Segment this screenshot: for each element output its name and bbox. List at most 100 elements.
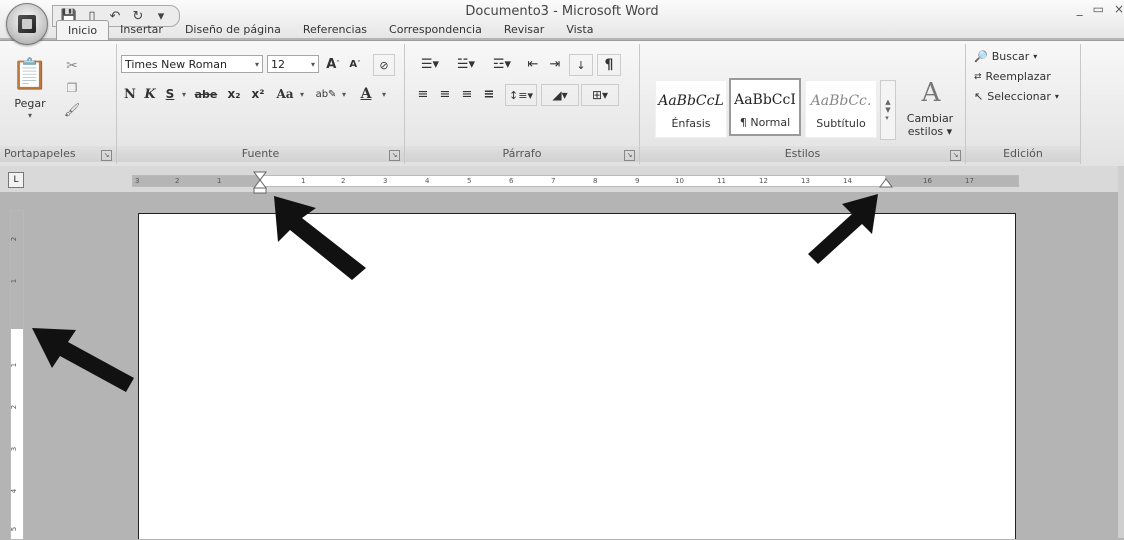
bold-button[interactable]: N [121,84,139,104]
replace-button[interactable]: ⇄ Reemplazar [974,70,1051,83]
chevron-down-icon: ▾ [254,60,259,69]
vertical-scrollbar[interactable] [1118,166,1124,538]
window-controls: _ ▭ × [1077,2,1124,16]
office-button[interactable] [6,3,48,45]
shading-icon[interactable]: ◢▾ [541,84,579,106]
font-group: Times New Roman ▾ 12 ▾ Aˆ Aˇ ⊘ N K S ▾ abe… [117,44,405,164]
ruler-number: 3 [383,177,388,185]
tab-inicio[interactable]: Inicio [56,20,110,40]
ruler-left-margin [133,176,261,186]
tab-correspondencia[interactable]: Correspondencia [378,20,493,40]
paragraph-label: Párrafo [405,146,639,162]
align-right-icon[interactable]: ≡ [457,84,477,104]
style-subtitulo[interactable]: AaBbCc. Subtítulo [805,80,877,138]
highlight-dropdown-icon[interactable]: ▾ [339,84,349,104]
change-case-dropdown-icon[interactable]: ▾ [297,84,307,104]
ruler-number: 11 [717,177,726,185]
editing-label: Edición [966,146,1080,162]
ruler-number: 4 [425,177,430,185]
clipboard-group: 📋 Pegar ▾ ✂ ❐ 🖌 Portapapeles ↘ [0,44,117,164]
highlight-icon[interactable]: ab✎ [313,84,339,104]
ruler-number: 8 [593,177,598,185]
vertical-ruler[interactable]: 2 1 1 2 3 4 5 [10,210,24,540]
find-button[interactable]: 🔎 Buscar ▾ [974,50,1037,63]
format-painter-icon[interactable]: 🖌 [62,100,82,120]
ruler-number: 13 [801,177,810,185]
font-color-dropdown-icon[interactable]: ▾ [379,84,389,104]
tab-selector[interactable]: L [8,172,24,188]
grow-font-button[interactable]: Aˆ [323,54,343,74]
ruler-number: 1 [10,278,19,284]
ruler-number: 2 [10,404,19,410]
multilevel-list-icon[interactable]: ☲▾ [485,54,519,74]
ruler-number: 4 [10,488,19,494]
style-name: ¶ Normal [739,116,791,129]
increase-indent-icon[interactable]: ⇥ [545,54,565,74]
change-styles-button-line2[interactable]: estilos ▾ [900,125,960,138]
strikethrough-button[interactable]: abe [193,84,219,104]
borders-icon[interactable]: ⊞▾ [581,84,619,106]
ruler-number: 2 [10,236,19,242]
ruler-right-margin [885,176,1018,186]
style-sample: AaBbCcI [734,92,796,108]
tab-revisar[interactable]: Revisar [493,20,555,40]
right-indent-marker[interactable] [879,176,893,188]
editing-group: 🔎 Buscar ▾ ⇄ Reemplazar ↖ Seleccionar ▾ Edici… [966,44,1081,164]
binoculars-icon: 🔎 [974,50,988,63]
tab-diseno-pagina[interactable]: Diseño de página [174,20,292,40]
ruler-number: 3 [135,177,140,185]
style-enfasis[interactable]: AaBbCcL Énfasis [655,80,727,138]
ruler-number: 7 [551,177,556,185]
clear-format-icon[interactable]: ⊘ [373,54,395,76]
paste-dropdown-icon[interactable]: ▾ [6,110,54,120]
font-family-select[interactable]: Times New Roman ▾ [121,55,263,73]
ruler-number: 1 [217,177,222,185]
paste-icon[interactable]: 📋 [10,56,50,92]
paragraph-launcher-icon[interactable]: ↘ [624,150,635,161]
ruler-top-margin [11,211,23,329]
font-launcher-icon[interactable]: ↘ [389,150,400,161]
maximize-button[interactable]: ▭ [1093,2,1104,16]
align-left-icon[interactable]: ≡ [413,84,433,104]
font-label: Fuente [117,146,404,162]
show-formatting-button[interactable]: ¶ [597,54,621,76]
select-button[interactable]: ↖ Seleccionar ▾ [974,90,1059,103]
underline-dropdown-icon[interactable]: ▾ [179,84,189,104]
change-case-button[interactable]: Aa [273,84,297,104]
ribbon-tabs: Inicio Insertar Diseño de página Referen… [56,20,604,40]
styles-label: Estilos [640,146,965,162]
tab-insertar[interactable]: Insertar [109,20,174,40]
clipboard-label: Portapapeles [0,146,116,162]
decrease-indent-icon[interactable]: ⇤ [523,54,543,74]
chevron-down-icon: ▾ [310,60,315,69]
cut-icon[interactable]: ✂ [62,56,82,76]
line-spacing-icon[interactable]: ↕≡▾ [505,84,537,106]
minimize-button[interactable]: _ [1077,2,1083,16]
sort-icon[interactable]: ↓ [569,54,593,76]
italic-button[interactable]: K [141,84,159,104]
change-styles-icon[interactable]: A [906,78,956,108]
styles-launcher-icon[interactable]: ↘ [950,150,961,161]
clipboard-launcher-icon[interactable]: ↘ [101,150,112,161]
font-size-select[interactable]: 12 ▾ [267,55,319,73]
style-sample: AaBbCcL [658,93,724,109]
font-color-icon[interactable]: A [355,84,377,104]
align-center-icon[interactable]: ≡ [435,84,455,104]
justify-icon[interactable]: ≡ [479,84,499,104]
ruler-number: 1 [301,177,306,185]
tab-referencias[interactable]: Referencias [292,20,378,40]
close-button[interactable]: × [1114,2,1124,16]
tab-vista[interactable]: Vista [555,20,604,40]
paste-button[interactable]: Pegar [6,96,54,110]
style-normal[interactable]: AaBbCcI ¶ Normal [729,78,801,136]
change-styles-button[interactable]: Cambiar [900,112,960,125]
styles-scroll[interactable]: ▲ ▼ ▾ [880,80,896,140]
numbering-icon[interactable]: ☱▾ [449,54,483,74]
shrink-font-button[interactable]: Aˇ [345,54,365,74]
bullets-icon[interactable]: ☰▾ [413,54,447,74]
underline-button[interactable]: S [161,84,179,104]
superscript-button[interactable]: x² [247,84,269,104]
copy-icon[interactable]: ❐ [62,78,82,98]
office-logo-icon [18,15,36,33]
subscript-button[interactable]: x₂ [223,84,245,104]
